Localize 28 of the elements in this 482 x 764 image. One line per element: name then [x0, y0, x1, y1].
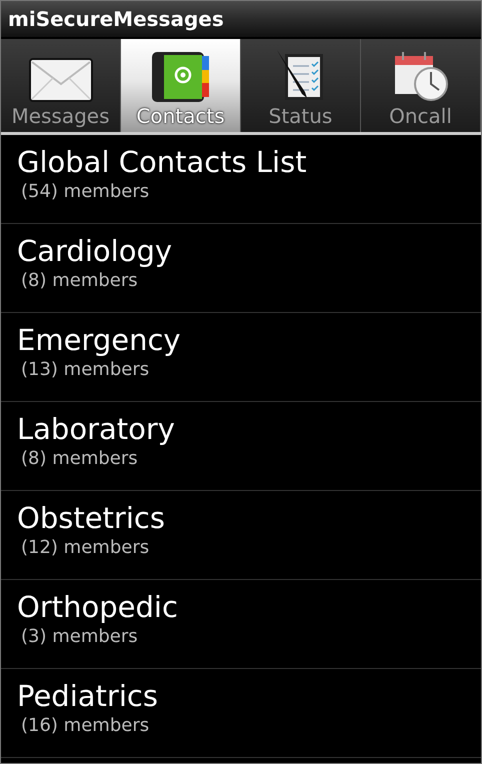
group-name: Orthopedic — [17, 589, 178, 626]
group-name: Emergency — [17, 322, 181, 359]
contact-group-item[interactable]: Obstetrics (12) members — [1, 491, 481, 580]
member-count: (54) members — [21, 181, 150, 202]
calendar-clock-icon — [392, 50, 448, 102]
envelope-icon — [28, 58, 92, 102]
tab[interactable]: Oncall — [361, 39, 481, 132]
group-name: Cardiology — [17, 233, 172, 270]
group-name: Obstetrics — [17, 500, 165, 537]
contact-group-item[interactable]: Cardiology (8) members — [1, 224, 481, 313]
group-name: Global Contacts List — [17, 144, 307, 181]
contact-group-item[interactable]: Global Contacts List (54) members — [1, 135, 481, 224]
group-name: Laboratory — [17, 411, 175, 448]
group-name: Pediatrics — [17, 678, 158, 715]
tab[interactable]: Messages — [1, 39, 121, 132]
contact-group-item[interactable]: Laboratory (8) members — [1, 402, 481, 491]
member-count: (3) members — [21, 626, 138, 647]
member-count: (8) members — [21, 270, 138, 291]
member-count: (8) members — [21, 448, 138, 469]
member-count: (12) members — [21, 537, 150, 558]
member-count: (13) members — [21, 359, 150, 380]
tab[interactable]: Status — [241, 39, 361, 132]
address-book-icon — [152, 52, 210, 102]
window-title: miSecureMessages — [8, 7, 224, 31]
contact-group-item[interactable]: Pediatrics (16) members — [1, 669, 481, 758]
member-count: (16) members — [21, 715, 150, 736]
contact-group-item[interactable]: Orthopedic (3) members — [1, 580, 481, 669]
contact-group-item[interactable]: Emergency (13) members — [1, 313, 481, 402]
